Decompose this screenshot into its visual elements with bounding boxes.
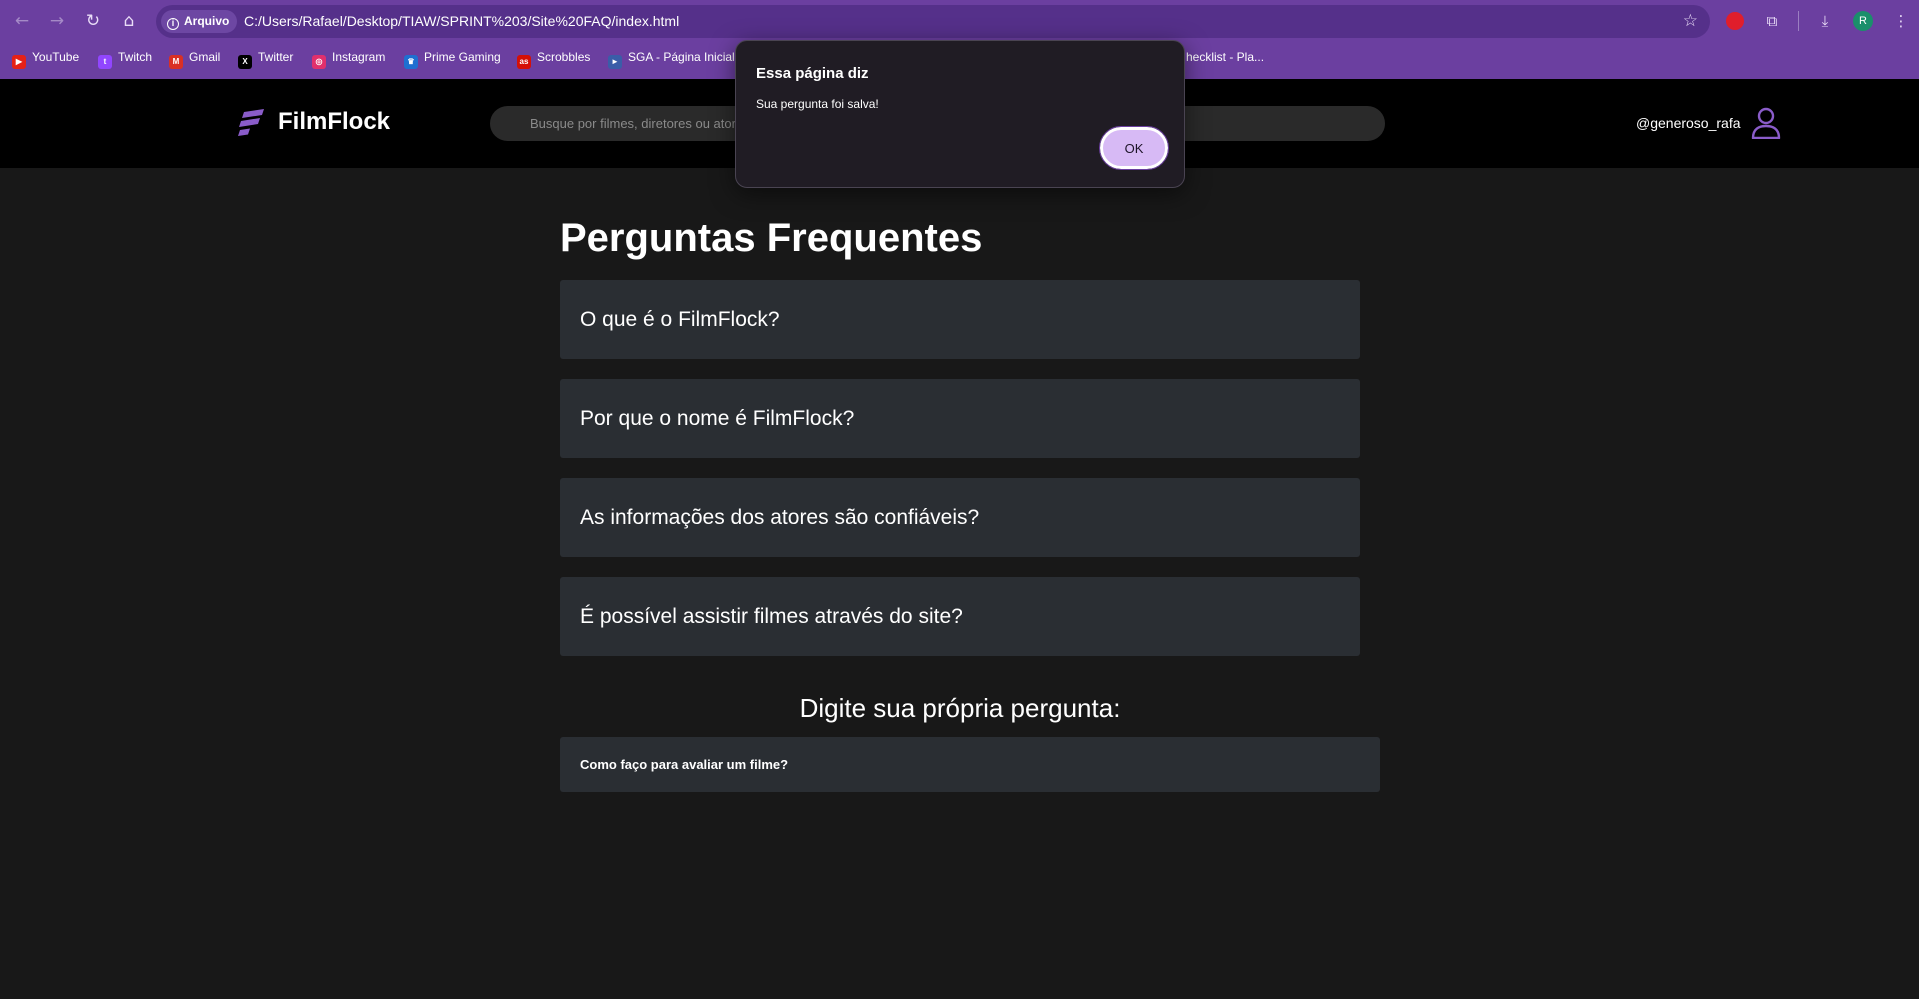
download-icon[interactable]: ⤓ [1813, 9, 1837, 33]
page-title: Perguntas Frequentes [560, 216, 983, 260]
bookmark-checklist[interactable]: hecklist - Pla... [1186, 45, 1264, 69]
url-text[interactable]: C:/Users/Rafael/Desktop/TIAW/SPRINT%203/… [244, 5, 679, 38]
lastfm-icon: as [517, 55, 531, 69]
faq-item[interactable]: É possível assistir filmes através do si… [560, 577, 1360, 656]
address-bar[interactable]: i Arquivo C:/Users/Rafael/Desktop/TIAW/SP… [156, 5, 1710, 38]
reload-icon[interactable]: ↻ [81, 9, 105, 33]
bookmark-twitch[interactable]: t Twitch [98, 45, 152, 69]
extension-icon[interactable] [1726, 12, 1744, 30]
faq-item[interactable]: As informações dos atores são confiáveis… [560, 478, 1360, 557]
sga-icon: ► [608, 55, 622, 69]
username-label[interactable]: @generoso_rafa [1636, 115, 1741, 131]
brand-name: FilmFlock [278, 108, 391, 135]
toolbar-divider [1798, 11, 1799, 31]
dialog-message: Sua pergunta foi salva! [756, 97, 879, 111]
crown-icon: ♛ [404, 55, 418, 69]
extensions-puzzle-icon[interactable]: ⧉ [1760, 9, 1784, 33]
bookmark-prime-gaming[interactable]: ♛ Prime Gaming [404, 45, 501, 69]
back-icon[interactable]: ← [10, 9, 34, 33]
twitch-icon: t [98, 55, 112, 69]
instagram-icon: ◎ [312, 55, 326, 69]
gmail-icon: M [169, 55, 183, 69]
menu-icon[interactable]: ⋮ [1889, 9, 1913, 33]
question-input[interactable] [560, 737, 1380, 792]
bookmark-scrobbles[interactable]: as Scrobbles [517, 45, 590, 69]
bookmark-instagram[interactable]: ◎ Instagram [312, 45, 385, 69]
alert-dialog: Essa página diz Sua pergunta foi salva! … [735, 40, 1185, 188]
bookmark-youtube[interactable]: ▶ YouTube [12, 45, 79, 69]
ask-question-heading: Digite sua própria pergunta: [799, 693, 1121, 723]
youtube-icon: ▶ [12, 55, 26, 69]
forward-icon[interactable]: → [45, 9, 69, 33]
dialog-title: Essa página diz [756, 65, 869, 82]
browser-toolbar: ← → ↻ ⌂ i Arquivo C:/Users/Rafael/Desktop… [0, 0, 1919, 42]
bookmark-twitter[interactable]: X Twitter [238, 45, 293, 69]
x-icon: X [238, 55, 252, 69]
faq-item[interactable]: Por que o nome é FilmFlock? [560, 379, 1360, 458]
info-icon: i [167, 18, 179, 30]
security-chip[interactable]: i Arquivo [161, 10, 238, 33]
home-icon[interactable]: ⌂ [117, 9, 141, 33]
bookmark-sga[interactable]: ► SGA - Página Inicial [608, 45, 735, 69]
ok-button[interactable]: OK [1099, 126, 1169, 170]
profile-avatar[interactable]: R [1853, 11, 1873, 31]
faq-item[interactable]: O que é o FilmFlock? [560, 280, 1360, 359]
logo-icon [238, 109, 264, 136]
security-chip-label: Arquivo [184, 14, 230, 28]
bookmark-gmail[interactable]: M Gmail [169, 45, 220, 69]
user-profile-icon[interactable] [1751, 107, 1781, 139]
bookmark-star-icon[interactable]: ☆ [1683, 5, 1698, 38]
